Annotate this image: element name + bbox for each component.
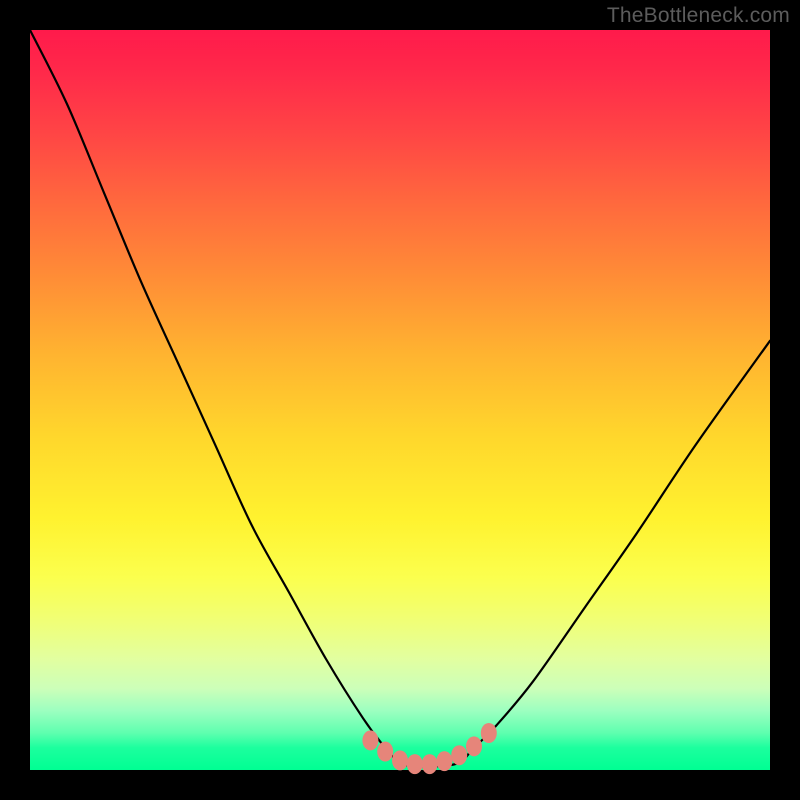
marker-dot bbox=[407, 754, 423, 774]
marker-dot bbox=[362, 730, 378, 750]
chart-frame: TheBottleneck.com bbox=[0, 0, 800, 800]
marker-dot bbox=[481, 723, 497, 743]
plot-area bbox=[30, 30, 770, 770]
bottom-markers bbox=[362, 723, 496, 774]
marker-dot bbox=[451, 745, 467, 765]
bottleneck-curve-line bbox=[30, 30, 770, 767]
marker-dot bbox=[392, 750, 408, 770]
marker-dot bbox=[422, 754, 438, 774]
watermark-text: TheBottleneck.com bbox=[607, 4, 790, 28]
curve-layer bbox=[30, 30, 770, 770]
marker-dot bbox=[377, 742, 393, 762]
marker-dot bbox=[436, 751, 452, 771]
marker-dot bbox=[466, 736, 482, 756]
